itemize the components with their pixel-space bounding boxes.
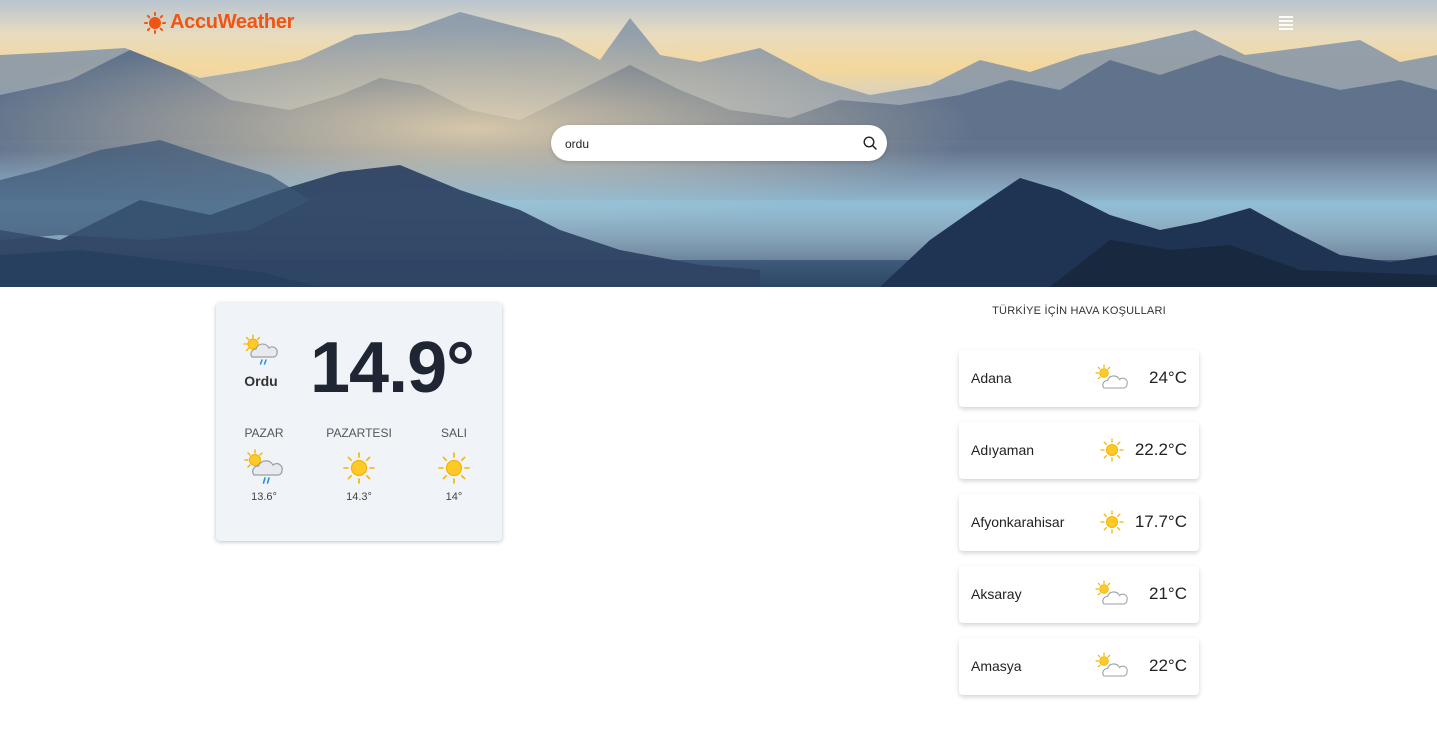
search-bar <box>551 125 887 163</box>
city-name: Afyonkarahisar <box>971 514 1065 530</box>
forecast-temp: 13.6° <box>251 491 277 503</box>
forecast-temp: 14° <box>445 491 463 503</box>
search-icon[interactable] <box>862 135 878 151</box>
current-temperature: 14.9° <box>310 328 475 408</box>
accuweather-logo[interactable]: AccuWeather <box>144 11 294 34</box>
sun-icon <box>438 452 470 484</box>
sun-icon <box>1100 510 1124 534</box>
city-temp: 22.2°C <box>1134 440 1187 459</box>
city-temp: 22°C <box>1149 656 1187 675</box>
current-weather-card: Ordu 14.9° PAZAR 13.6° PAZARTESI 14.3° S… <box>216 303 502 541</box>
city-name: Amasya <box>971 658 1022 674</box>
current-city: Ordu <box>244 373 278 389</box>
forecast-day-label: SALI <box>440 426 467 440</box>
hero-banner: AccuWeather <box>0 0 1437 287</box>
city-temp: 21°C <box>1149 584 1187 603</box>
city-weather-card-amasya[interactable]: Amasya 22°C <box>959 638 1199 695</box>
partly-cloudy-icon <box>1095 652 1128 677</box>
city-weather-card-afyonkarahisar[interactable]: Afyonkarahisar 17.7°C <box>959 494 1199 551</box>
forecast-temp: 14.3° <box>346 491 372 503</box>
sun-icon <box>343 452 375 484</box>
forecast-day: PAZAR 13.6° <box>219 426 309 503</box>
city-name: Adana <box>971 370 1012 386</box>
forecast-day-label: PAZAR <box>244 426 284 440</box>
hamburger-menu-icon[interactable] <box>1279 16 1293 30</box>
partly-cloudy-icon <box>1095 580 1128 605</box>
city-weather-card-adana[interactable]: Adana 24°C <box>959 350 1199 407</box>
partly-sunny-rain-icon <box>244 449 283 484</box>
partly-sunny-rain-icon <box>243 334 278 365</box>
city-name: Adıyaman <box>971 442 1035 458</box>
brand-name: AccuWeather <box>170 11 295 33</box>
search-input[interactable] <box>563 125 847 163</box>
sun-logo-icon <box>144 11 166 34</box>
city-temp: 17.7°C <box>1134 512 1187 531</box>
city-name: Aksaray <box>971 586 1022 602</box>
forecast-day-label: PAZARTESI <box>326 426 392 440</box>
forecast-day: SALI 14° <box>409 426 499 503</box>
sun-icon <box>1100 438 1124 462</box>
forecast-day: PAZARTESI 14.3° <box>314 426 404 503</box>
city-weather-card-aksaray[interactable]: Aksaray 21°C <box>959 566 1199 623</box>
partly-cloudy-icon <box>1095 364 1128 389</box>
city-weather-card-adiyaman[interactable]: Adıyaman 22.2°C <box>959 422 1199 479</box>
city-temp: 24°C <box>1149 368 1187 387</box>
conditions-title: TÜRKİYE İÇİN HAVA KOŞULLARI <box>992 305 1166 317</box>
